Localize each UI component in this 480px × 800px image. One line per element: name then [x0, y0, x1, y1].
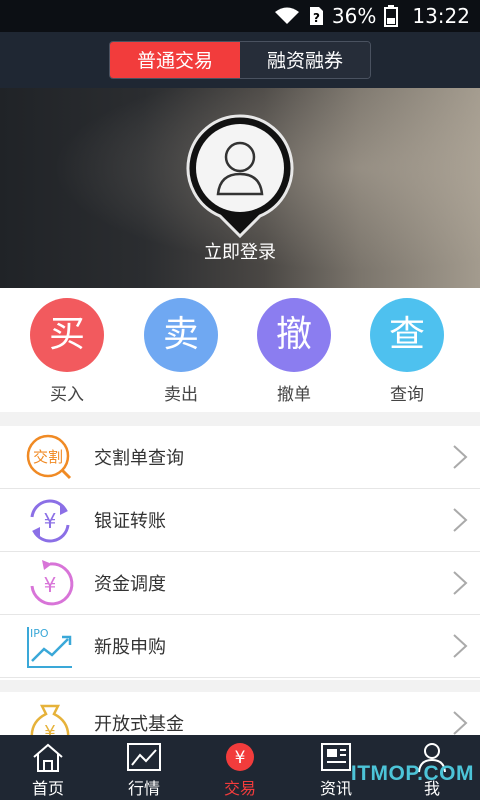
sell-label: 卖出 [164, 385, 198, 405]
home-icon [30, 741, 66, 773]
query-icon: 查 [370, 298, 444, 372]
clock: 13:22 [412, 4, 470, 28]
chart-icon [126, 741, 162, 773]
avatar[interactable] [184, 112, 296, 240]
cancel-order-label: 撤单 [277, 385, 311, 405]
svg-text:¥: ¥ [44, 573, 57, 597]
chevron-right-icon [452, 710, 468, 735]
sim-icon: ? [308, 6, 324, 26]
sell-icon: 卖 [144, 298, 218, 372]
status-bar: ? 36% 13:22 [0, 0, 480, 32]
list-item-label: 银证转账 [94, 511, 166, 532]
trade-icon: ¥ [222, 741, 258, 773]
battery-percent: 36% [331, 4, 377, 28]
tab-normal-trade[interactable]: 普通交易 [110, 42, 240, 78]
cancel-order-icon: 撤 [257, 298, 331, 372]
news-icon [318, 741, 354, 773]
tab-label: 首页 [31, 779, 64, 798]
list-item-label: 开放式基金 [94, 714, 184, 735]
svg-text:?: ? [313, 11, 320, 25]
buy-button[interactable]: 买 买入 [12, 298, 122, 405]
fund-menu: ¥ 开放式基金 [0, 692, 480, 735]
svg-text:¥: ¥ [44, 509, 57, 533]
sell-button[interactable]: 卖 卖出 [126, 298, 236, 405]
tab-label: 交易 [223, 779, 256, 798]
chevron-right-icon [452, 570, 468, 596]
list-item-fund-dispatch[interactable]: ¥ 资金调度 [0, 552, 480, 615]
list-item-label: 资金调度 [94, 574, 166, 595]
svg-text:¥: ¥ [44, 722, 55, 735]
login-banner: 立即登录 [0, 88, 480, 288]
svg-text:IPO: IPO [30, 627, 49, 640]
fund-bag-icon: ¥ [24, 698, 76, 735]
list-item-open-fund[interactable]: ¥ 开放式基金 [0, 692, 480, 735]
list-item-bank-transfer[interactable]: ¥ 银证转账 [0, 489, 480, 552]
trade-menu: 交割 交割单查询 ¥ 银证转账 ¥ 资金调度 IPO 新股申购 [0, 426, 480, 680]
delivery-icon: 交割 [24, 432, 76, 484]
chevron-right-icon [452, 444, 468, 470]
tab-trade[interactable]: ¥ 交易 [192, 735, 288, 800]
fund-dispatch-icon: ¥ [24, 558, 76, 610]
list-item-ipo-subscribe[interactable]: IPO 新股申购 [0, 615, 480, 678]
list-item-delivery-query[interactable]: 交割 交割单查询 [0, 426, 480, 489]
chevron-right-icon [452, 507, 468, 533]
login-link[interactable]: 立即登录 [0, 238, 480, 264]
list-item-label: 新股申购 [94, 637, 166, 658]
battery-icon [384, 5, 399, 27]
tab-market[interactable]: 行情 [96, 735, 192, 800]
query-label: 查询 [390, 385, 424, 405]
svg-text:交割: 交割 [33, 448, 63, 466]
cancel-order-button[interactable]: 撤 撤单 [239, 298, 349, 405]
ipo-icon: IPO [24, 621, 76, 673]
trade-mode-switch: 普通交易 融资融券 [109, 41, 371, 79]
bank-transfer-icon: ¥ [24, 495, 76, 547]
tab-margin-trade[interactable]: 融资融券 [240, 42, 370, 78]
svg-text:¥: ¥ [235, 748, 246, 768]
buy-icon: 买 [30, 298, 104, 372]
quick-actions: 买 买入 卖 卖出 撤 撤单 查 查询 [0, 288, 480, 412]
tab-label: 行情 [127, 779, 160, 798]
buy-label: 买入 [50, 385, 84, 405]
watermark: ITMOP.COM [350, 762, 474, 785]
query-button[interactable]: 查 查询 [352, 298, 462, 405]
wifi-icon [274, 6, 300, 26]
list-item-label: 交割单查询 [94, 448, 184, 469]
chevron-right-icon [452, 633, 468, 659]
top-bar: 普通交易 融资融券 [0, 32, 480, 88]
tab-home[interactable]: 首页 [0, 735, 96, 800]
